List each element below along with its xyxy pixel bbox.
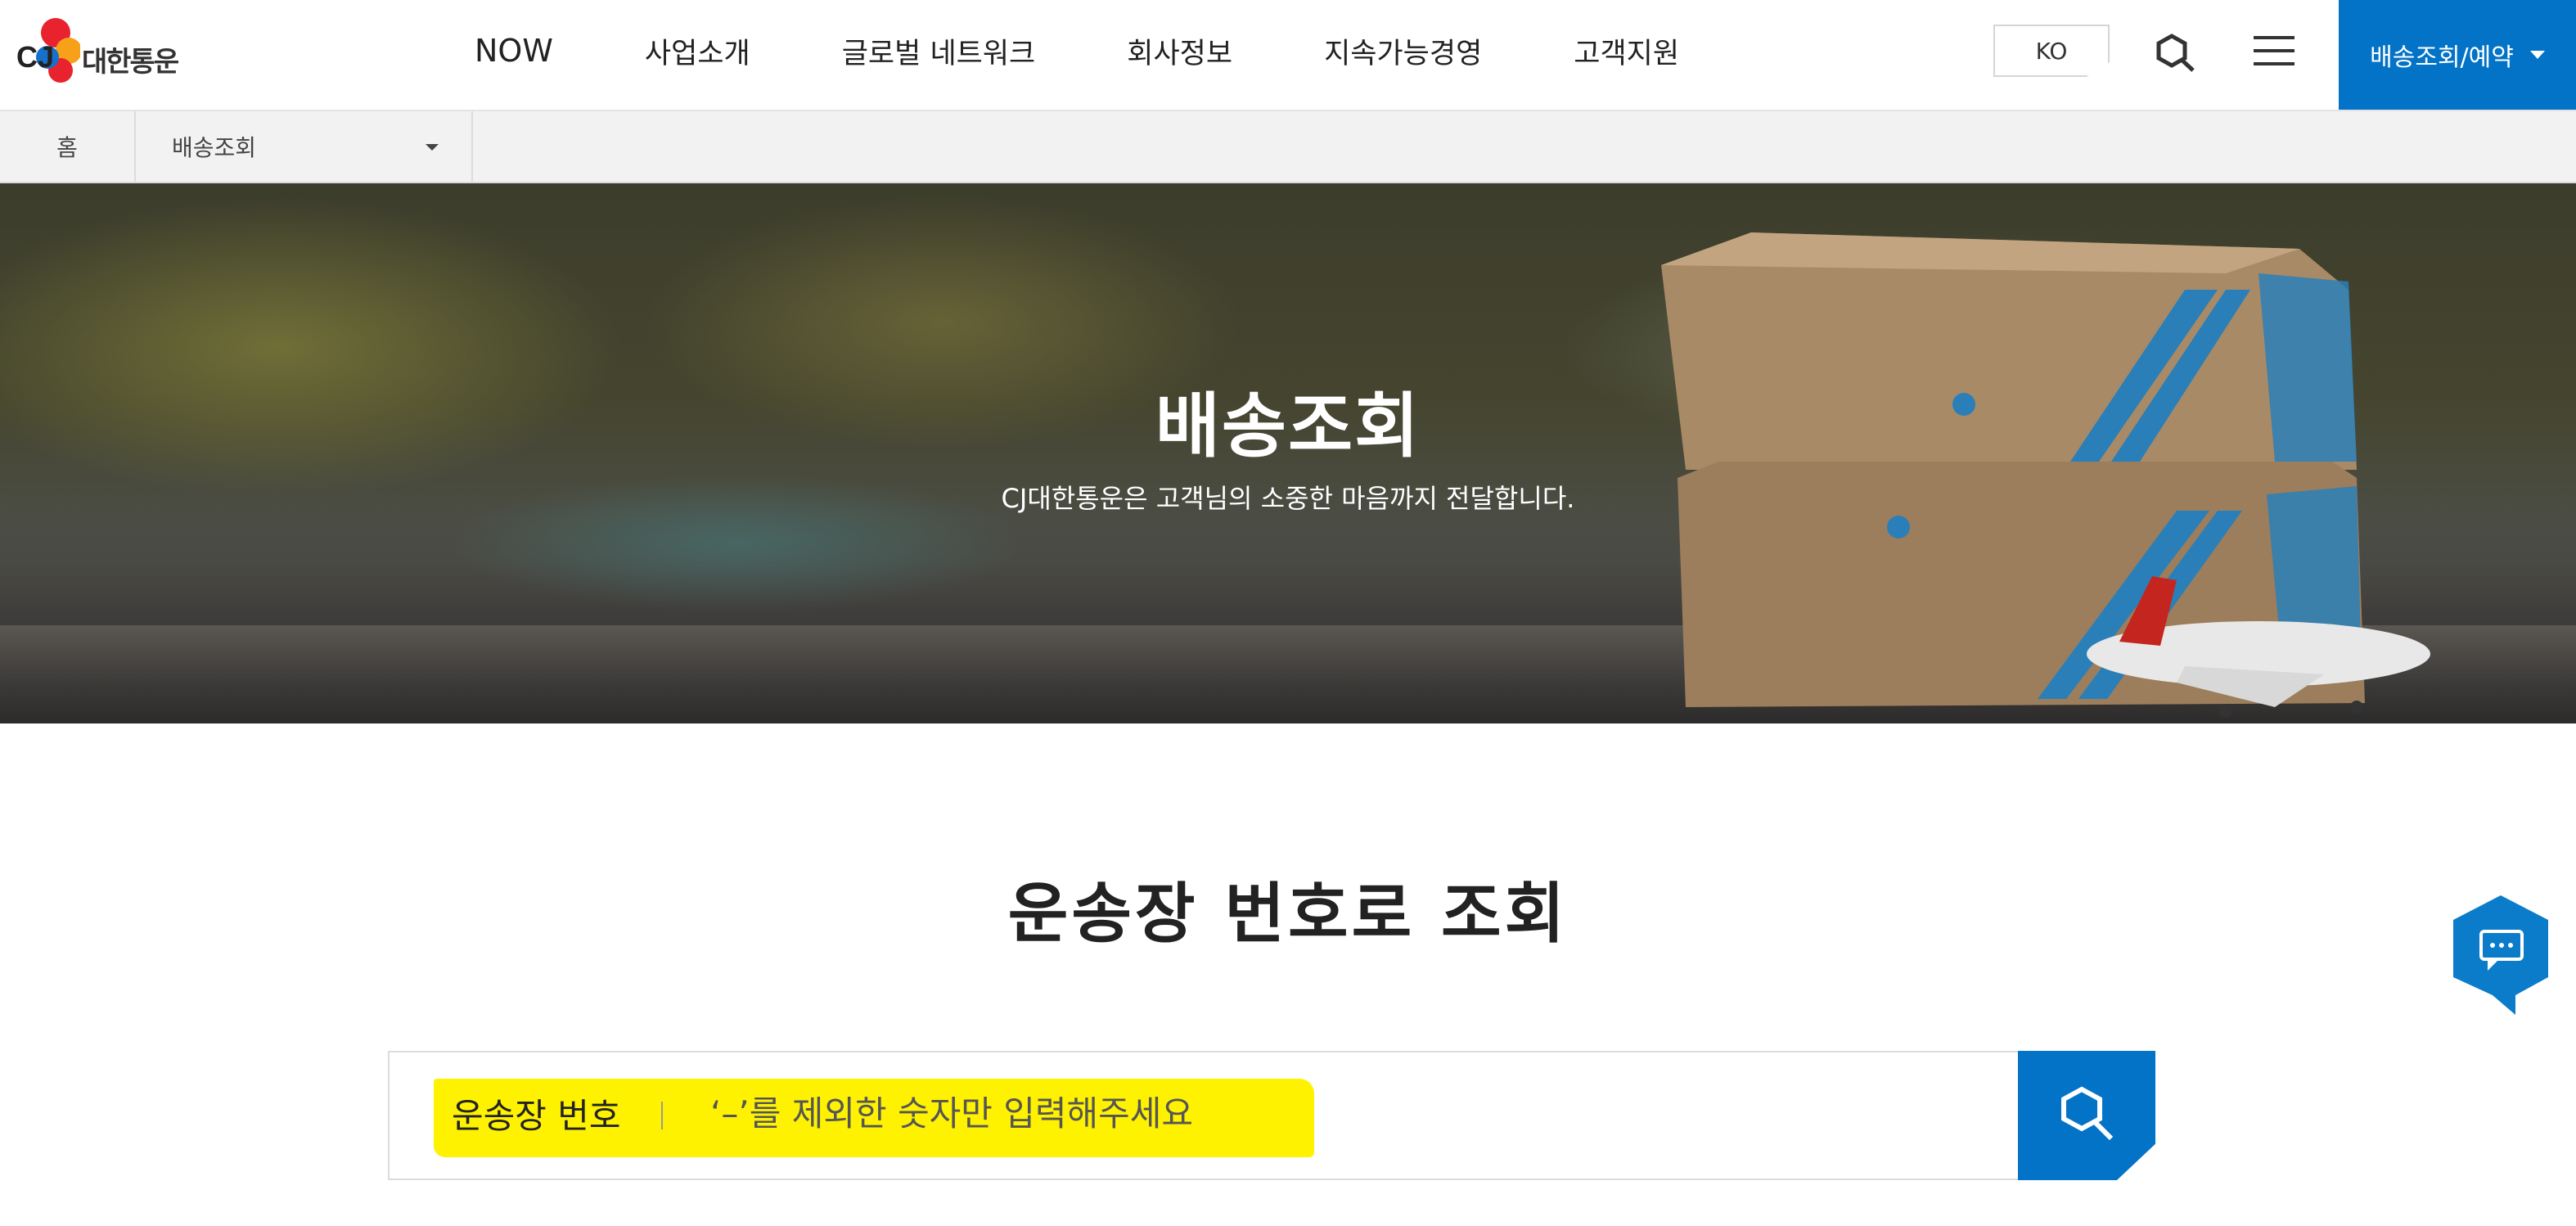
tracking-number-input[interactable] (710, 1080, 1299, 1146)
language-selector[interactable]: KO (1993, 25, 2110, 77)
search-icon[interactable] (2152, 33, 2198, 75)
svg-text:CJ: CJ (16, 40, 54, 74)
site-header: CJ 대한통운 NOW 사업소개 글로벌 네트워크 회사정보 지속가능경영 고객… (0, 0, 2576, 111)
hero-subtitle: CJ대한통운은 고객님의 소중한 마음까지 전달합니다. (1001, 483, 1575, 514)
cta-label: 배송조회/예약 (2370, 43, 2514, 72)
tracking-reservation-button[interactable]: 배송조회/예약 (2339, 0, 2576, 110)
nav-item-sustainability[interactable]: 지속가능경영 (1324, 30, 1482, 72)
nav-item-now[interactable]: NOW (475, 33, 553, 69)
logo-text: 대한통운 (82, 46, 179, 79)
hero-banner: 배송조회 CJ대한통운은 고객님의 소중한 마음까지 전달합니다. (0, 183, 2576, 723)
tracking-field-label: 운송장 번호 (452, 1096, 621, 1136)
hero-title: 배송조회 (1155, 385, 1421, 467)
nav-item-global-network[interactable]: 글로벌 네트워크 (842, 30, 1036, 72)
menu-icon[interactable] (2254, 36, 2295, 69)
nav-item-support[interactable]: 고객지원 (1574, 30, 1679, 72)
caret-down-icon (426, 144, 439, 151)
cj-logo-mark-icon: CJ (16, 18, 82, 83)
breadcrumb-current: 배송조회 (172, 134, 257, 161)
breadcrumb: 홈 배송조회 (0, 111, 2576, 183)
nav-item-company[interactable]: 회사정보 (1127, 30, 1232, 72)
chatbot-button[interactable] (2450, 892, 2551, 1016)
tracking-section-title: 운송장 번호로 조회 (1007, 876, 1569, 952)
caret-down-icon (2529, 51, 2545, 59)
global-nav: NOW 사업소개 글로벌 네트워크 회사정보 지속가능경영 고객지원 (475, 0, 1771, 101)
tracking-search-button[interactable] (2018, 1051, 2155, 1180)
cj-logo[interactable]: CJ 대한통운 (15, 8, 211, 90)
chat-icon (2453, 895, 2548, 1015)
field-divider (661, 1102, 663, 1129)
nav-item-business[interactable]: 사업소개 (645, 30, 750, 72)
search-icon (2061, 1086, 2114, 1141)
breadcrumb-home[interactable]: 홈 (0, 111, 136, 182)
breadcrumb-select[interactable]: 배송조회 (136, 111, 473, 182)
